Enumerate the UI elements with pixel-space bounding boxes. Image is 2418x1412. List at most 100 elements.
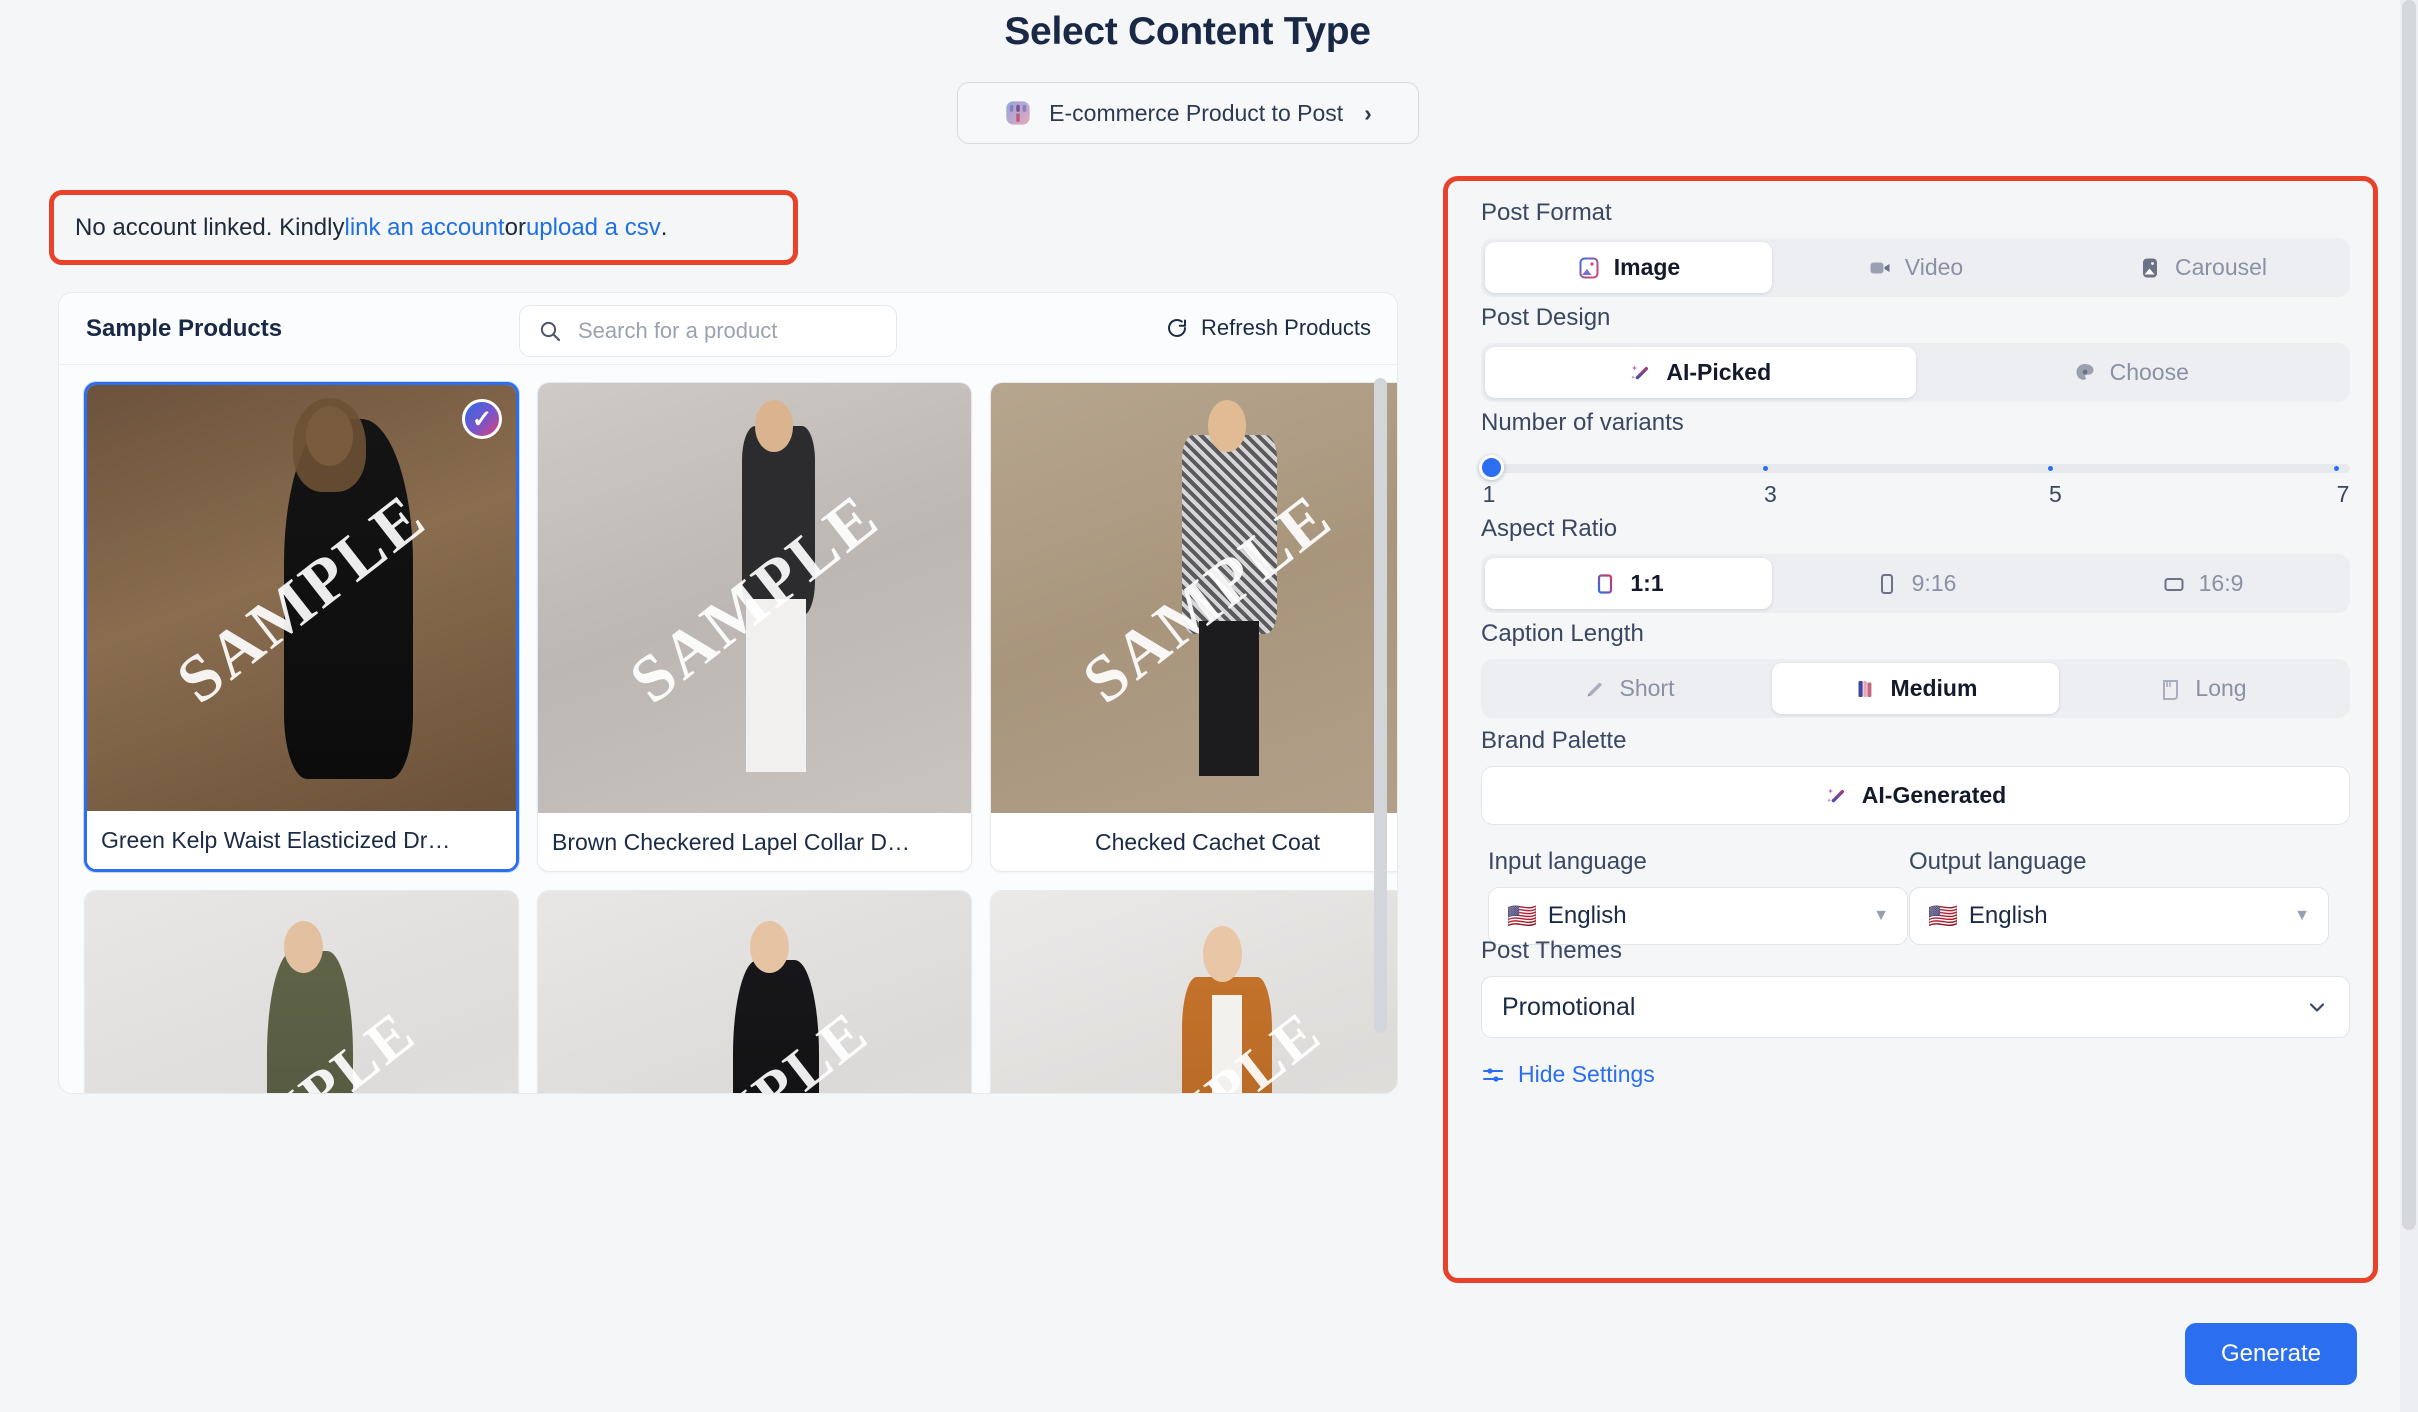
caption-length-option-long[interactable]: Long: [2059, 663, 2346, 714]
palette-icon: [2073, 361, 2097, 385]
pencil-icon: [1583, 677, 1607, 701]
post-design-label: Post Design: [1481, 304, 2350, 332]
aspect-ratio-label-9-16: 9:16: [1912, 570, 1957, 597]
link-an-account-link[interactable]: link an account: [344, 214, 504, 242]
us-flag-icon: 🇺🇸: [1928, 902, 1958, 931]
storefront-icon: [1004, 99, 1032, 127]
variants-label: Number of variants: [1481, 409, 2350, 437]
slider-tick-label: 7: [2337, 481, 2350, 508]
generate-button[interactable]: Generate: [2185, 1323, 2357, 1385]
post-format-option-video[interactable]: Video: [1772, 242, 2059, 293]
post-design-option-ai-picked[interactable]: AI-Picked: [1485, 347, 1916, 398]
post-themes-label: Post Themes: [1481, 937, 2350, 965]
caption-length-option-short[interactable]: Short: [1485, 663, 1772, 714]
alert-text-middle: or: [505, 214, 526, 242]
refresh-products-button[interactable]: Refresh Products: [1165, 315, 1371, 341]
sample-products-panel: Sample Products Refresh Products SAMPLE: [58, 292, 1398, 1094]
product-thumbnail: SAMPLE: [87, 385, 516, 813]
product-card[interactable]: SAMPLE: [537, 890, 972, 1093]
slider-tick: [2048, 466, 2053, 471]
alert-text-suffix: .: [661, 214, 668, 242]
refresh-icon: [1165, 316, 1189, 340]
slider-track[interactable]: [1481, 464, 2350, 473]
post-format-segmented: Image Video Carousel: [1481, 238, 2350, 297]
portrait-icon: [1875, 572, 1899, 596]
post-format-option-carousel[interactable]: Carousel: [2059, 242, 2346, 293]
us-flag-icon: 🇺🇸: [1507, 902, 1537, 931]
post-format-label-image: Image: [1614, 254, 1680, 281]
aspect-ratio-label-16-9: 16:9: [2199, 570, 2244, 597]
product-card[interactable]: SAMPLE: [84, 890, 519, 1093]
brand-palette-section: Brand Palette AI-Generated: [1481, 727, 2350, 825]
input-language-value: English: [1548, 902, 1627, 930]
landscape-icon: [2162, 572, 2186, 596]
caption-length-label-long: Long: [2195, 675, 2246, 702]
post-themes-select[interactable]: Promotional: [1481, 976, 2350, 1038]
aspect-ratio-label: Aspect Ratio: [1481, 515, 2350, 543]
alert-text-prefix: No account linked. Kindly: [75, 214, 344, 242]
output-language-value: English: [1969, 902, 2048, 930]
product-name: Green Kelp Waist Elasticized Dr…: [87, 811, 516, 869]
aspect-ratio-option-1-1[interactable]: 1:1: [1485, 558, 1772, 609]
slider-thumb[interactable]: [1479, 455, 1504, 480]
product-thumbnail: SAMPLE: [991, 383, 1397, 815]
aspect-ratio-option-16-9[interactable]: 16:9: [2059, 558, 2346, 609]
chevron-down-icon: ▼: [2294, 907, 2310, 925]
brand-palette-ai-generated-button[interactable]: AI-Generated: [1481, 766, 2350, 825]
products-scrollbar[interactable]: [1374, 378, 1387, 1068]
content-type-label: E-commerce Product to Post: [1049, 100, 1343, 127]
refresh-products-label: Refresh Products: [1201, 315, 1371, 341]
slider-tick: [1763, 466, 1768, 471]
search-input[interactable]: [578, 318, 878, 344]
products-grid: SAMPLE ✓ Green Kelp Waist Elasticized Dr…: [84, 382, 1397, 1093]
post-design-section: Post Design AI-Picked Choose: [1481, 304, 2350, 402]
caption-length-option-medium[interactable]: Medium: [1772, 663, 2059, 714]
post-format-option-image[interactable]: Image: [1485, 242, 1772, 293]
product-card[interactable]: SAMPLE Brown Checkered Lapel Collar D…: [537, 382, 972, 872]
sample-products-title: Sample Products: [86, 315, 282, 343]
hide-settings-button[interactable]: Hide Settings: [1481, 1061, 2350, 1088]
scroll-icon: [2158, 677, 2182, 701]
aspect-ratio-label-1-1: 1:1: [1630, 570, 1663, 597]
chevron-right-icon: ›: [1364, 102, 1372, 125]
image-icon: [1577, 256, 1601, 280]
square-icon: [1593, 572, 1617, 596]
post-format-label-video: Video: [1905, 254, 1963, 281]
page-title: Select Content Type: [0, 10, 2375, 54]
slider-tick-label: 1: [1483, 481, 1496, 508]
products-scrollbar-thumb[interactable]: [1374, 378, 1387, 1033]
page-scrollbar[interactable]: [2400, 0, 2418, 1412]
products-scroll-area: SAMPLE ✓ Green Kelp Waist Elasticized Dr…: [59, 366, 1397, 1093]
product-thumbnail: SAMPLE: [85, 891, 518, 1093]
aspect-ratio-option-9-16[interactable]: 9:16: [1772, 558, 2059, 609]
post-themes-section: Post Themes Promotional: [1481, 937, 2350, 1038]
product-card[interactable]: SAMPLE Checked Cachet Coat: [990, 382, 1397, 872]
content-type-button[interactable]: E-commerce Product to Post ›: [957, 82, 1419, 144]
variants-slider[interactable]: 1 3 5 7: [1481, 448, 2350, 506]
product-thumbnail: SAMPLE: [538, 891, 971, 1093]
post-format-section: Post Format Image Video: [1481, 199, 2350, 297]
product-name: Checked Cachet Coat: [991, 813, 1397, 871]
post-format-label-carousel: Carousel: [2175, 254, 2267, 281]
post-themes-value: Promotional: [1502, 993, 1635, 1022]
input-language-group: Input language 🇺🇸 English ▼: [1488, 848, 1908, 945]
video-icon: [1868, 256, 1892, 280]
post-design-option-choose[interactable]: Choose: [1916, 347, 2347, 398]
product-card[interactable]: SAMPLE: [990, 890, 1397, 1093]
output-language-group: Output language 🇺🇸 English ▼: [1909, 848, 2329, 945]
post-design-label-ai-picked: AI-Picked: [1666, 359, 1771, 386]
aspect-ratio-segmented: 1:1 9:16 16:9: [1481, 554, 2350, 613]
carousel-icon: [2138, 256, 2162, 280]
magic-wand-icon: [1825, 784, 1849, 808]
post-format-label: Post Format: [1481, 199, 2350, 227]
upload-a-csv-link[interactable]: upload a csv: [526, 214, 661, 242]
product-card[interactable]: SAMPLE ✓ Green Kelp Waist Elasticized Dr…: [84, 382, 519, 872]
page-scrollbar-thumb[interactable]: [2402, 0, 2416, 1230]
caption-length-section: Caption Length Short Medium: [1481, 620, 2350, 718]
hide-settings-row: Hide Settings: [1481, 1061, 2350, 1088]
caption-length-label-medium: Medium: [1891, 675, 1978, 702]
search-icon: [538, 319, 562, 343]
search-container[interactable]: [519, 305, 897, 357]
slider-tick-label: 3: [1764, 481, 1777, 508]
caption-length-label-short: Short: [1620, 675, 1675, 702]
